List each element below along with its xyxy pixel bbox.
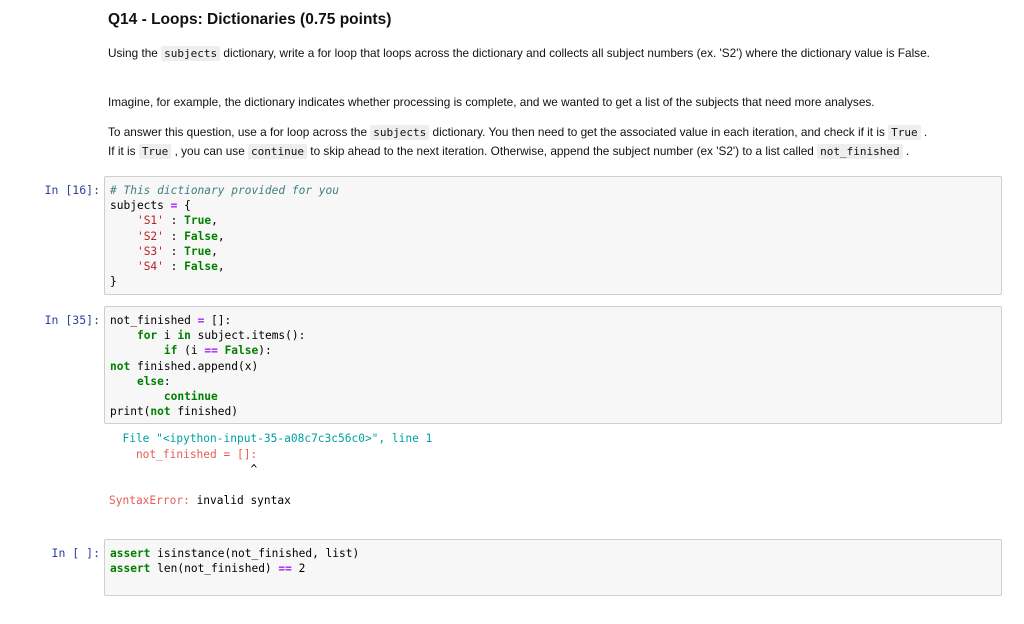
error-code-line: not_finished = []: (109, 447, 258, 461)
code-editor[interactable]: not_finished = []: for i in subject.item… (105, 307, 1001, 425)
error-file-line: File "<ipython-input-35-a08c7c3c56c0>", … (109, 432, 433, 445)
inline-code-subjects: subjects (161, 46, 221, 61)
instruction-paragraph-1: Using the subjects dictionary, write a f… (108, 46, 930, 61)
cell-prompt: In [16]: (44, 183, 100, 197)
instruction-paragraph-2: Imagine, for example, the dictionary ind… (108, 95, 875, 109)
inline-code-subjects: subjects (370, 125, 430, 140)
error-type: SyntaxError: (109, 494, 190, 507)
inline-code-not-finished: not_finished (817, 144, 903, 159)
instruction-paragraph-3: To answer this question, use a for loop … (108, 125, 928, 159)
cell-prompt: In [ ]: (51, 546, 100, 560)
code-cell-loop[interactable]: not_finished = []: for i in subject.item… (104, 306, 1002, 424)
error-message: invalid syntax (189, 494, 291, 507)
cell-prompt: In [35]: (44, 313, 100, 327)
code-cell-dictionary[interactable]: # This dictionary provided for you subje… (104, 176, 1002, 295)
inline-code-true: True (138, 144, 172, 159)
inline-code-continue: continue (248, 144, 308, 159)
question-title: Q14 - Loops: Dictionaries (0.75 points) (108, 11, 392, 28)
inline-code-true: True (888, 125, 921, 140)
error-output: File "<ipython-input-35-a08c7c3c56c0>", … (109, 431, 432, 509)
error-caret: ^ (109, 463, 258, 476)
code-editor[interactable]: assert isinstance(not_finished, list) as… (105, 540, 1001, 582)
code-editor[interactable]: # This dictionary provided for you subje… (105, 177, 1001, 295)
code-cell-assert[interactable]: assert isinstance(not_finished, list) as… (104, 539, 1002, 596)
